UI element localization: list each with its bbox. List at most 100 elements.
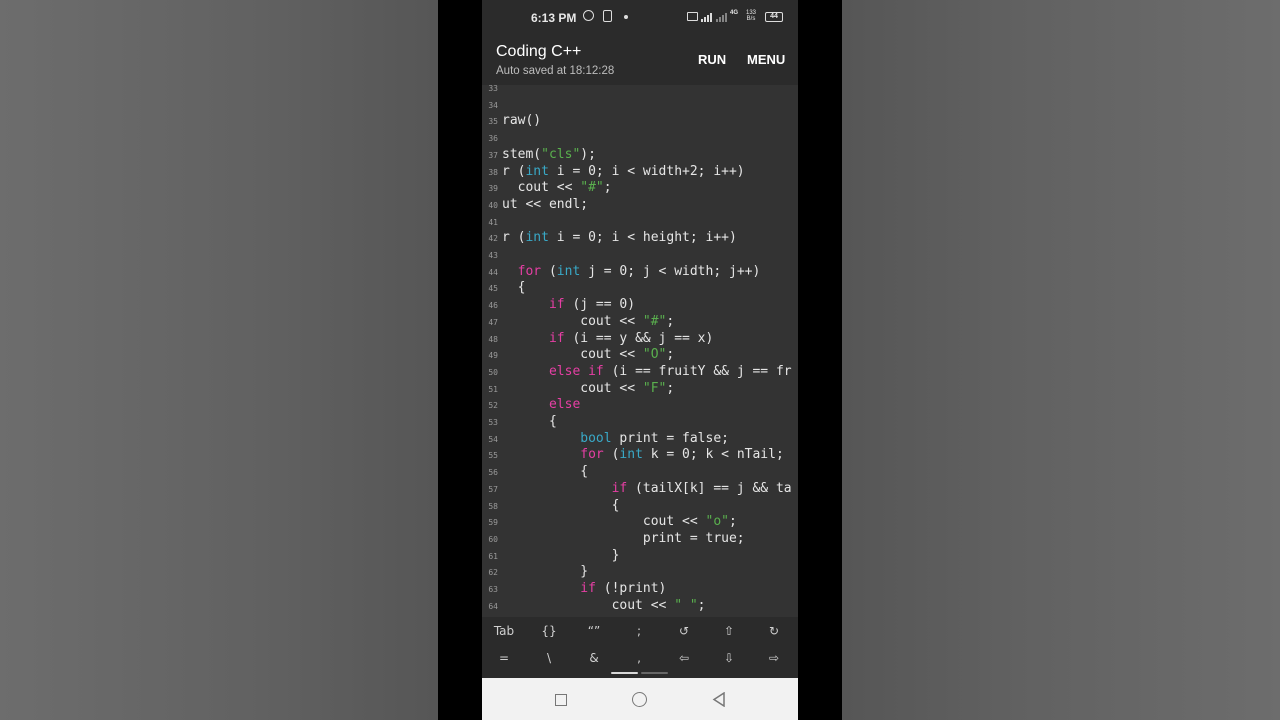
comma-key[interactable]: , — [619, 651, 659, 665]
line-number: 55 — [488, 451, 498, 461]
screen-record-icon — [603, 10, 612, 22]
code-line[interactable]: 40 ut << endl; — [482, 197, 798, 214]
code-line[interactable]: 41 — [482, 214, 798, 231]
code-text: { — [502, 414, 557, 429]
code-line[interactable]: 45 { — [482, 280, 798, 297]
braces-key[interactable]: {} — [529, 624, 569, 638]
letterbox-left — [438, 0, 482, 720]
tab-key[interactable]: Tab — [484, 624, 524, 638]
code-text: cout << "F"; — [502, 380, 675, 396]
arrow-right-icon[interactable]: ⇨ — [754, 651, 794, 665]
shift-icon[interactable]: ⇧ — [709, 624, 749, 638]
code-text: cout << " "; — [502, 597, 706, 613]
code-line[interactable]: 35 raw() — [482, 113, 798, 130]
code-line[interactable]: 54 bool print = false; — [482, 431, 798, 448]
code-text: r (int i = 0; i < width+2; i++) — [502, 163, 745, 179]
code-line[interactable]: 56 { — [482, 464, 798, 481]
line-number: 37 — [488, 150, 498, 160]
code-line[interactable]: 60 print = true; — [482, 531, 798, 548]
code-text: else if (i == fruitY && j == fr — [548, 363, 792, 379]
code-line[interactable]: 50 else if (i == fruitY && j == fr — [482, 364, 798, 381]
code-line[interactable]: 33 — [482, 85, 798, 97]
code-line[interactable]: 63 if (!print) — [482, 581, 798, 598]
code-line[interactable]: 37 stem("cls"); — [482, 147, 798, 164]
code-line[interactable]: 51 cout << "F"; — [482, 381, 798, 398]
background-right — [842, 0, 1280, 720]
line-number: 34 — [488, 100, 498, 110]
code-text: if (j == 0) — [548, 297, 636, 313]
arrow-left-icon[interactable]: ⇦ — [664, 651, 704, 665]
code-line[interactable]: 52 else — [482, 397, 798, 414]
code-line[interactable]: 47 cout << "#"; — [482, 314, 798, 331]
code-line[interactable]: 61 } — [482, 548, 798, 565]
code-text: r (int i = 0; i < height; i++) — [502, 230, 737, 246]
code-line[interactable]: 36 — [482, 130, 798, 147]
ampersand-key[interactable]: & — [574, 651, 614, 665]
line-number: 38 — [488, 167, 498, 177]
line-number: 62 — [488, 568, 498, 578]
line-number: 35 — [488, 117, 498, 127]
code-text: } — [502, 547, 620, 563]
whatsapp-icon — [583, 10, 594, 21]
redo-icon[interactable]: ↻ — [754, 624, 794, 638]
signal-icon — [701, 11, 715, 22]
undo-icon[interactable]: ↺ — [664, 624, 704, 638]
code-text: { — [502, 497, 620, 513]
arrow-down-icon[interactable]: ⇩ — [709, 651, 749, 665]
back-icon[interactable] — [712, 692, 726, 707]
code-line[interactable]: 53 { — [482, 414, 798, 431]
code-text: else — [548, 397, 581, 413]
line-number: 64 — [488, 601, 498, 611]
code-text: { — [502, 464, 589, 480]
code-line[interactable]: 58 { — [482, 498, 798, 515]
code-line[interactable]: 62 } — [482, 564, 798, 581]
line-number: 36 — [488, 134, 498, 144]
status-time: 6:13 PM — [531, 11, 577, 25]
code-line[interactable]: 64 cout << " "; — [482, 598, 798, 615]
code-line[interactable]: 49 cout << "O"; — [482, 347, 798, 364]
line-number: 48 — [488, 334, 498, 344]
symbol-keyboard-bar: Tab {} “”; ↺ ⇧ ↻ = \ &, ⇦ ⇩ ⇨ — [482, 617, 798, 678]
code-text: cout << "o"; — [502, 514, 737, 530]
line-number: 53 — [488, 418, 498, 427]
run-button[interactable]: RUN — [698, 52, 726, 67]
code-line[interactable]: 42 r (int i = 0; i < height; i++) — [482, 230, 798, 247]
app-title: Coding C++ — [496, 43, 582, 60]
code-line[interactable]: 46 if (j == 0) — [482, 297, 798, 314]
code-text: raw() — [502, 113, 542, 129]
code-text: for (int k = 0; k < nTail; — [580, 447, 784, 463]
line-number: 54 — [488, 434, 498, 444]
code-line[interactable]: 55 for (int k = 0; k < nTail; — [482, 447, 798, 464]
code-line[interactable]: 38 r (int i = 0; i < width+2; i++) — [482, 164, 798, 181]
page-indicator — [641, 672, 668, 674]
code-line[interactable]: 39 cout << "#"; — [482, 180, 798, 197]
code-line[interactable]: 43 — [482, 247, 798, 264]
equals-key[interactable]: = — [484, 651, 524, 665]
code-line[interactable]: 59 cout << "o"; — [482, 514, 798, 531]
code-text: for (int j = 0; j < width; j++) — [517, 263, 761, 279]
recents-icon[interactable] — [555, 694, 567, 706]
backslash-key[interactable]: \ — [529, 651, 569, 665]
code-line[interactable]: 48 if (i == y && j == x) — [482, 331, 798, 348]
code-text: ut << endl; — [502, 196, 589, 212]
cast-icon — [687, 12, 698, 21]
app-bar: Coding C++ Auto saved at 18:12:28 RUN ME… — [482, 34, 798, 85]
autosave-status: Auto saved at 18:12:28 — [496, 65, 615, 77]
menu-button[interactable]: MENU — [747, 52, 785, 67]
code-line[interactable]: 34 — [482, 97, 798, 114]
quotes-key[interactable]: “” — [574, 624, 614, 638]
line-number: 44 — [488, 267, 498, 277]
line-number: 40 — [488, 200, 498, 210]
code-line[interactable]: 44 for (int j = 0; j < width; j++) — [482, 264, 798, 281]
home-icon[interactable] — [632, 692, 647, 707]
speed-unit: B/s — [746, 16, 756, 22]
code-text: if (!print) — [580, 581, 667, 596]
code-editor[interactable]: 33 34 35 raw() 36 37 stem("cls"); 38 r (int i = … — [482, 85, 798, 617]
navigation-bar — [482, 678, 798, 720]
code-text: cout << "#"; — [502, 180, 612, 196]
network-type: 4G — [730, 10, 739, 16]
battery-icon: 44 — [765, 12, 783, 22]
semicolon-key[interactable]: ; — [619, 624, 659, 638]
line-number: 63 — [488, 585, 498, 594]
code-line[interactable]: 57 if (tailX[k] == j && ta — [482, 481, 798, 498]
